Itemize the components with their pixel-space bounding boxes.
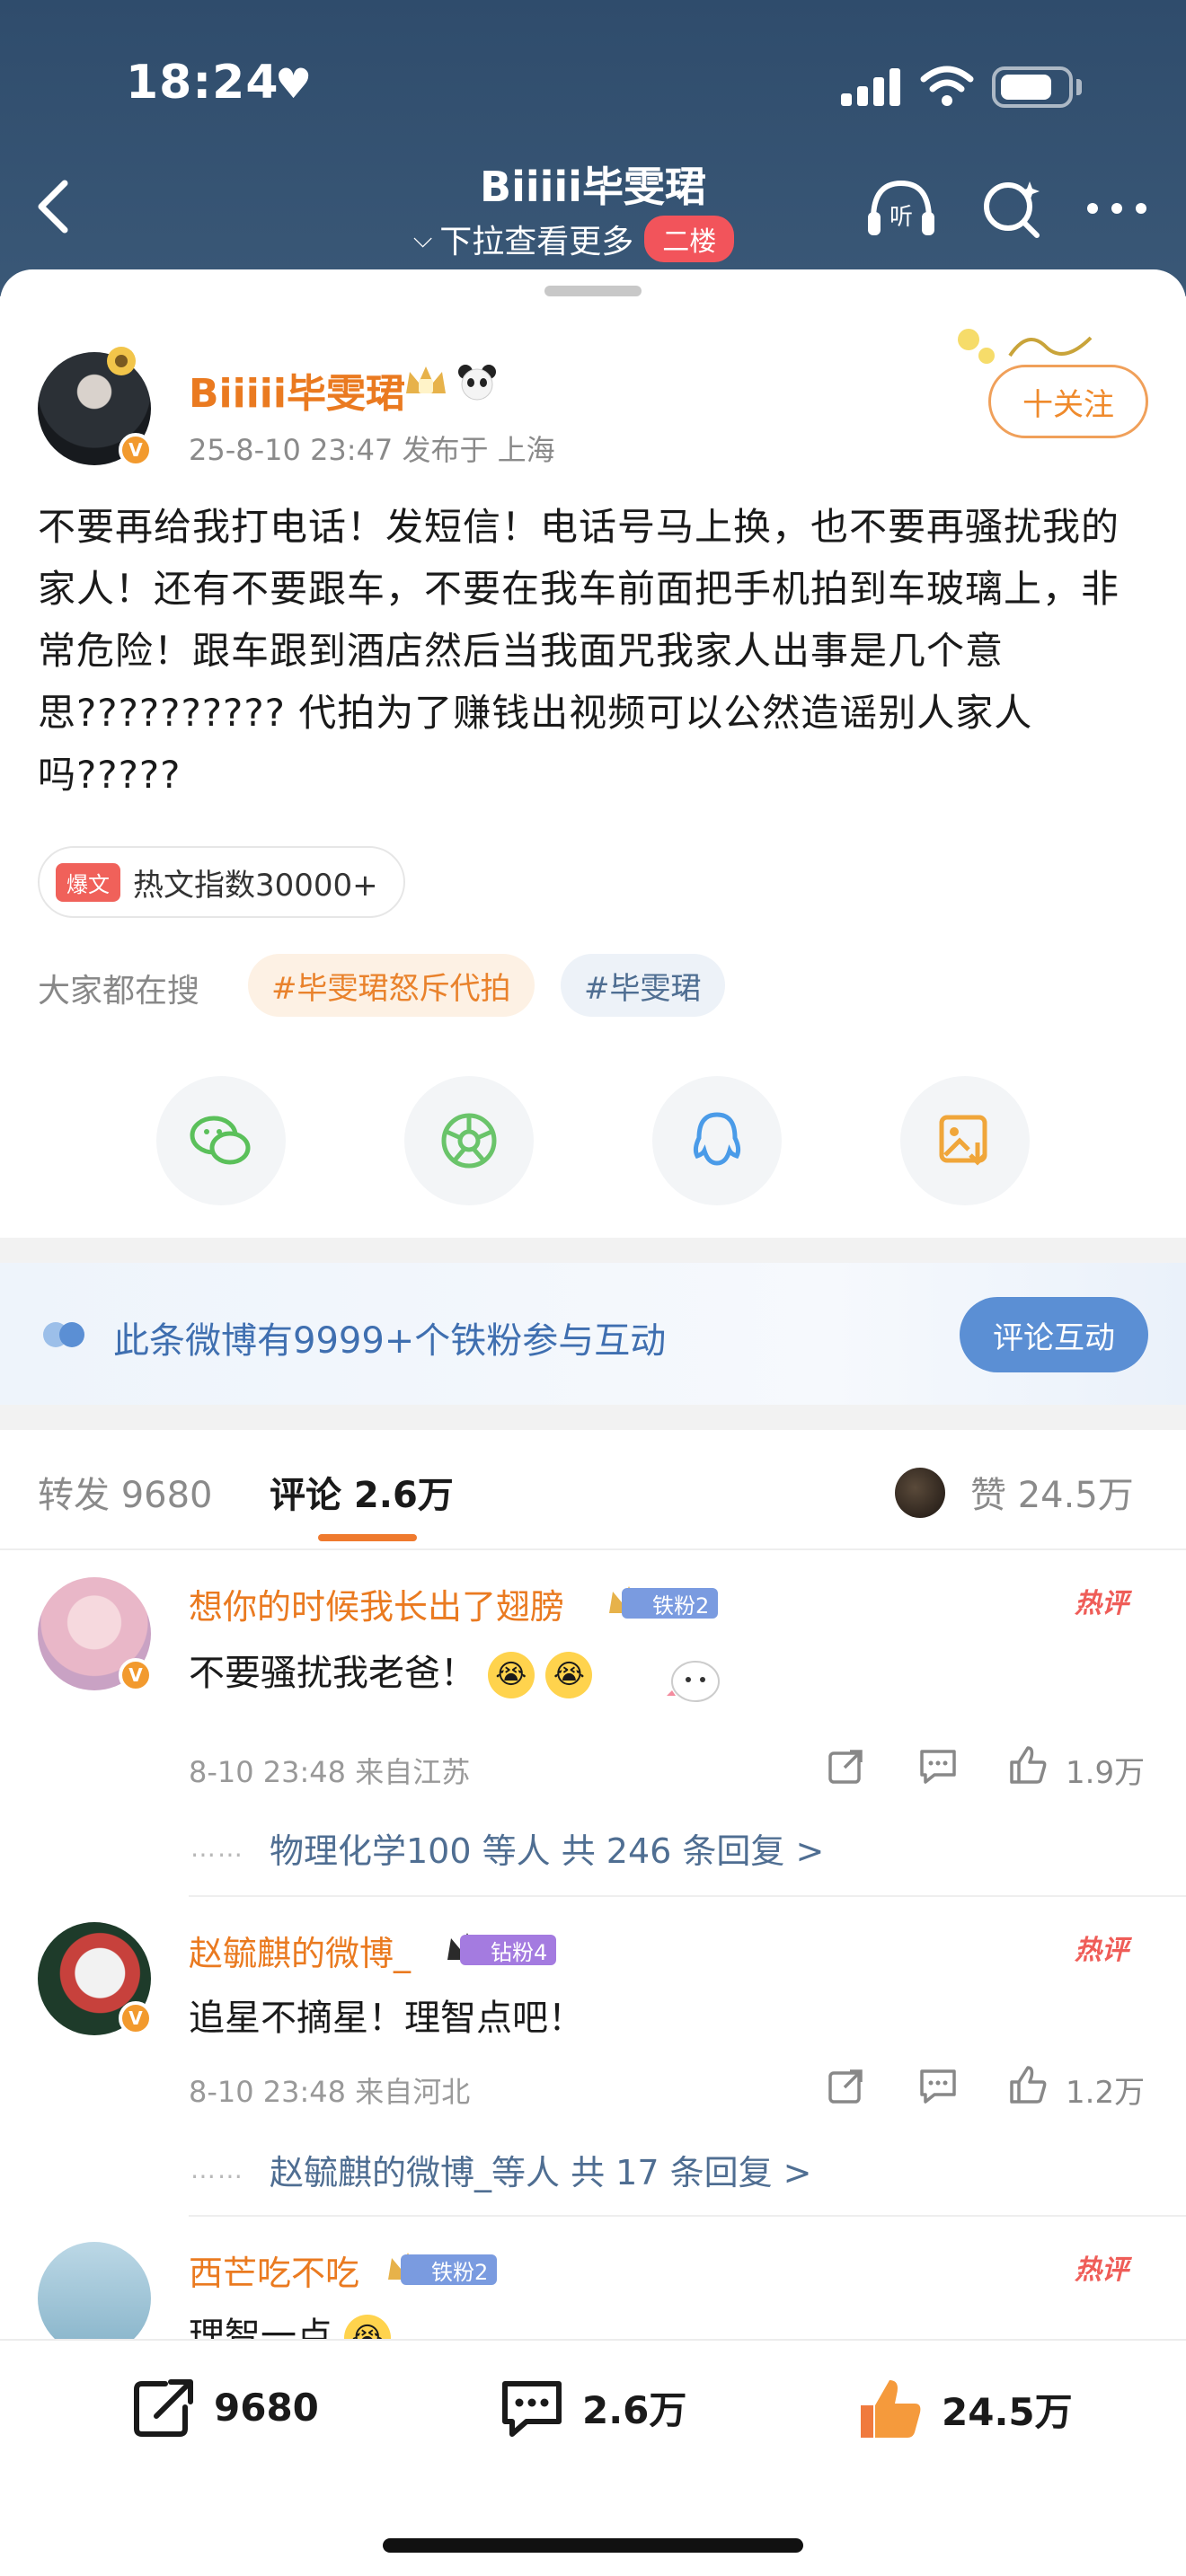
section-divider [0,1405,1186,1430]
share-moments-button[interactable] [404,1076,534,1205]
comment-count: 2.6万 [582,2387,687,2432]
avatar-decoration-icon [107,347,136,375]
panda-icon [458,365,496,401]
fan-level-badge: 铁粉2 [622,1588,719,1619]
comment-button[interactable]: 2.6万 [498,2375,686,2439]
tab-like[interactable]: 赞 24.5万 [970,1466,1134,1518]
wechat-icon [190,1116,251,1165]
view-replies-link[interactable]: ⋯⋯ 物理化学100 等人 共 246 条回复 > [190,1823,824,1873]
post-author-name[interactable]: Biiiii毕雯珺 [189,361,405,419]
thumbs-up-icon[interactable] [1006,1742,1049,1786]
active-tab-indicator [318,1534,417,1541]
follow-button[interactable]: 十关注 [988,365,1148,438]
thumbs-up-filled-icon [861,2380,921,2438]
save-image-icon [939,1115,987,1166]
share-qq-button[interactable] [652,1076,782,1205]
fan-link-icon [43,1322,84,1347]
more-icon[interactable] [1087,203,1146,214]
headphones-listen-icon[interactable]: 听 [864,176,938,241]
tabs-divider [0,1548,1186,1550]
chevron-down-icon: ⌵ [413,224,433,253]
comment-meta: 8-10 23:48 来自河北 [189,2075,471,2109]
commenter-name[interactable]: 赵毓麒的微博_ [189,1926,411,1975]
replies-summary: 物理化学100 等人 共 246 条回复 > [270,1831,825,1871]
repost-icon [134,2379,193,2437]
comment-interact-button[interactable]: 评论互动 [960,1297,1148,1372]
cellular-signal-icon [841,66,902,106]
share-save-image-button[interactable] [900,1076,1030,1205]
hashtag-chip[interactable]: #毕雯珺怒斥代拍 [248,954,535,1017]
reply-comment-icon[interactable] [916,2064,960,2107]
search-icon[interactable] [979,176,1044,241]
verified-badge: V [119,1658,153,1692]
commenter-name[interactable]: 西芒吃不吃 [189,2245,359,2295]
comment-icon [502,2381,562,2437]
hashtag-chip[interactable]: #毕雯珺 [561,954,725,1017]
comment-text-value: 不要骚扰我老爸！ [189,1653,476,1694]
view-replies-link[interactable]: ⋯⋯ 赵毓麒的微博_等人 共 17 条回复 > [190,2145,812,2194]
hot-comment-badge: 热评 [1075,1935,1128,1966]
comment-separator [189,2215,1186,2217]
wifi-icon [920,66,974,106]
listen-label: 听 [890,204,913,231]
verified-badge: V [119,2001,153,2035]
tab-comment[interactable]: 评论 2.6万 [270,1466,454,1518]
hot-index-pill[interactable]: 爆文 热文指数30000+ [38,846,405,918]
qq-icon [693,1112,741,1166]
replies-summary: 赵毓麒的微博_等人 共 17 条回复 > [270,2153,812,2192]
cat-sticker-icon [667,1661,720,1702]
comment-separator [189,1895,1186,1897]
trending-search-label: 大家都在搜 [38,973,200,1010]
heart-icon: ♥ [275,59,313,108]
hot-comment-badge: 热评 [1075,2254,1128,2286]
second-floor-badge: 二楼 [644,216,735,262]
liker-avatar [895,1468,945,1518]
comment-text: 追星不摘星！理智点吧！ [189,1998,584,2039]
section-divider [0,1238,1186,1263]
repost-count: 9680 [214,2385,319,2430]
post-meta: 25-8-10 23:47 发布于 上海 [189,433,555,467]
share-wechat-button[interactable] [156,1076,286,1205]
fan-level-badge: 钻粉4 [460,1935,557,1965]
commenter-name[interactable]: 想你的时候我长出了翅膀 [189,1579,564,1628]
crying-emoji-icon: 😭 [487,1652,535,1698]
drag-handle[interactable] [544,286,642,296]
hot-comment-badge: 热评 [1075,1588,1128,1619]
pull-down-more[interactable]: ⌵ 下拉查看更多 二楼 [413,216,735,262]
repost-button[interactable]: 9680 [129,2375,319,2439]
fan-level-badge: 铁粉2 [401,2254,498,2285]
share-comment-icon[interactable] [825,1744,868,1787]
home-indicator[interactable] [383,2538,803,2553]
comment-like-count: 1.9万 [1066,1755,1146,1791]
tab-repost[interactable]: 转发 9680 [38,1466,213,1518]
hot-article-tag: 爆文 [56,862,120,902]
reply-comment-icon[interactable] [916,1744,960,1787]
battery-icon [992,66,1073,108]
pull-down-label: 下拉查看更多 [439,224,634,260]
fan-banner-text: 此条微博有9999+个铁粉参与互动 [113,1320,667,1362]
like-count: 24.5万 [942,2389,1073,2434]
comment-text: 不要骚扰我老爸！ 😭 😭 [189,1644,593,1698]
crown-icon [406,366,446,393]
status-time: 18:24 [126,56,279,110]
moments-icon [441,1113,497,1169]
like-button[interactable]: 24.5万 [855,2375,1073,2443]
post-body-text: 不要再给我打电话！发短信！电话号马上换，也不要再骚扰我的家人！还有不要跟车，不要… [38,505,1120,797]
hot-index-text: 热文指数30000+ [133,867,378,904]
verified-badge: V [119,433,153,467]
thumbs-up-icon[interactable] [1006,2062,1049,2105]
share-comment-icon[interactable] [825,2064,868,2107]
reply-dots: ⋯⋯ [190,1839,244,1869]
crying-emoji-icon: 😭 [545,1652,593,1698]
reply-dots: ⋯⋯ [190,2161,244,2191]
comment-like-count: 1.2万 [1066,2075,1146,2111]
battery-tip [1076,79,1082,95]
comment-meta: 8-10 23:48 来自江苏 [189,1755,471,1789]
